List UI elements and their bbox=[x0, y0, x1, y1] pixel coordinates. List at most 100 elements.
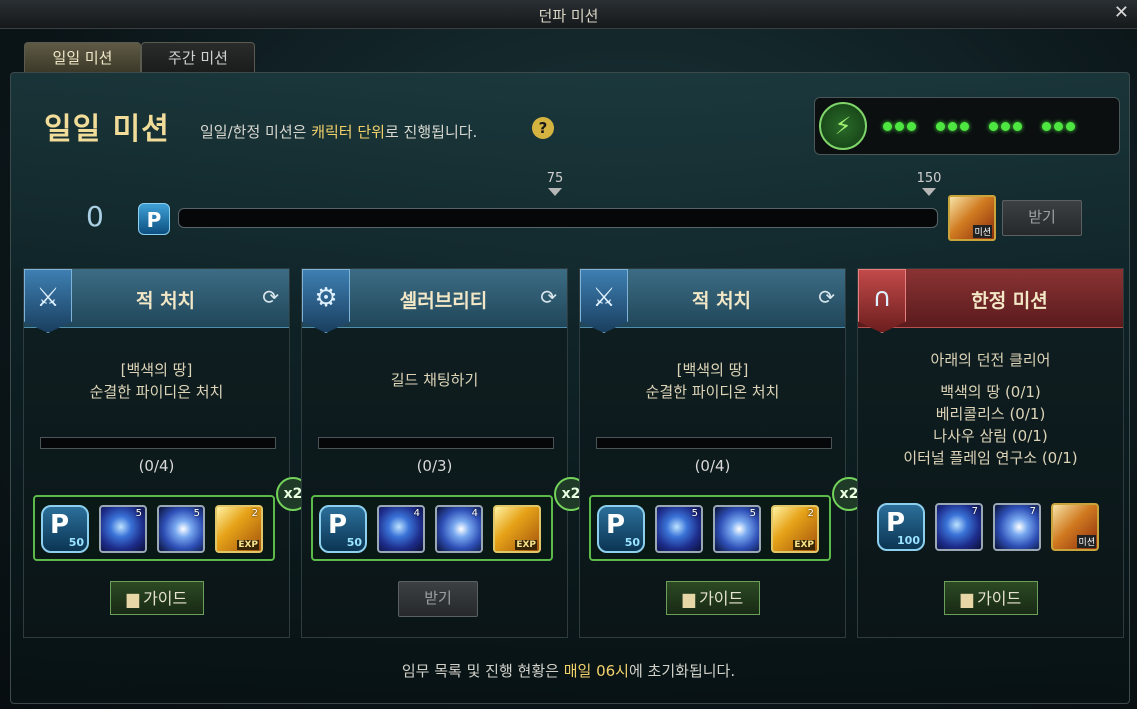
energy-dot-group bbox=[1042, 116, 1078, 135]
reward-label: 미션 bbox=[973, 225, 992, 238]
exp-label: EXP bbox=[237, 540, 259, 550]
item-qty: 4 bbox=[413, 508, 420, 519]
milestone-label: 150 bbox=[916, 171, 942, 186]
mission-label: 미션 bbox=[1077, 535, 1096, 548]
energy-dot bbox=[960, 122, 969, 131]
card-description: [백색의 땅] 순결한 파이디온 처치 bbox=[580, 359, 845, 403]
desc-line: 순결한 파이디온 처치 bbox=[89, 383, 224, 401]
blue-crystal-reward-icon[interactable]: 7 bbox=[993, 503, 1041, 551]
claim-milestone-button[interactable]: 받기 bbox=[1002, 200, 1082, 236]
blue-orb-reward-icon[interactable]: 4 bbox=[377, 505, 425, 553]
energy-dot-group bbox=[936, 116, 972, 135]
card-progress-count: (0/4) bbox=[138, 457, 175, 475]
point-reward-icon[interactable]: P 100 bbox=[877, 503, 925, 551]
point-reward-icon[interactable]: P 50 bbox=[319, 505, 367, 553]
footer-text-2: 에 초기화됩니다. bbox=[628, 662, 736, 680]
point-icon: P bbox=[138, 203, 170, 235]
card-header: ⚙ 셀러브리티 ⟳ bbox=[302, 269, 567, 333]
sword-shield-icon: ⚔ bbox=[24, 269, 72, 333]
guide-button[interactable]: ▆ 가이드 bbox=[944, 581, 1038, 615]
energy-dots bbox=[883, 116, 1095, 135]
guide-button[interactable]: ▆ 가이드 bbox=[666, 581, 760, 615]
refresh-icon[interactable]: ⟳ bbox=[540, 285, 557, 309]
guide-button[interactable]: ▆ 가이드 bbox=[110, 581, 204, 615]
title-bar[interactable]: 던파 미션 ✕ bbox=[0, 0, 1137, 29]
refresh-icon[interactable]: ⟳ bbox=[818, 285, 835, 309]
blue-crystal-reward-icon[interactable]: 5 bbox=[157, 505, 205, 553]
milestone-marker-150: 150 bbox=[909, 171, 949, 196]
dungeon-line: 백색의 땅 (0/1) bbox=[940, 383, 1041, 401]
milestone-label: 75 bbox=[546, 171, 564, 186]
card-progress-bar bbox=[40, 437, 276, 449]
blue-crystal-reward-icon[interactable]: 5 bbox=[713, 505, 761, 553]
mission-points-value: 0 bbox=[86, 200, 104, 233]
close-icon[interactable]: ✕ bbox=[1114, 4, 1129, 22]
desc-line: [백색의 땅] bbox=[676, 361, 749, 379]
item-qty: 5 bbox=[135, 508, 142, 519]
point-letter: P bbox=[328, 510, 348, 540]
footer-text-1: 임무 목록 및 진행 현황은 bbox=[401, 662, 564, 680]
card-progress-bar bbox=[318, 437, 554, 449]
card-description: 길드 채팅하기 bbox=[302, 369, 567, 391]
energy-dot bbox=[1066, 122, 1075, 131]
point-letter: P bbox=[50, 510, 70, 540]
notice-highlight: 캐릭터 단위 bbox=[311, 123, 385, 141]
notice-text-1: 일일/한정 미션은 bbox=[200, 123, 312, 141]
energy-dot-group bbox=[883, 116, 919, 135]
blue-orb-reward-icon[interactable]: 5 bbox=[655, 505, 703, 553]
footer-highlight: 매일 06시 bbox=[563, 662, 629, 680]
exp-label: EXP bbox=[793, 540, 815, 550]
mission-reward-icon[interactable]: 미션 bbox=[1051, 503, 1099, 551]
energy-dot bbox=[883, 122, 892, 131]
energy-dot bbox=[989, 122, 998, 131]
tab-daily-mission[interactable]: 일일 미션 bbox=[24, 42, 141, 73]
book-icon: ▆ bbox=[682, 589, 696, 608]
point-reward-icon[interactable]: P 50 bbox=[597, 505, 645, 553]
card-header: ∩ 한정 미션 bbox=[858, 269, 1123, 333]
item-qty: 5 bbox=[749, 508, 756, 519]
mission-card-limited: ∩ 한정 미션 아래의 던전 클리어 백색의 땅 (0/1) 베리콜리스 (0/… bbox=[857, 268, 1124, 638]
marker-arrow-icon bbox=[548, 188, 562, 196]
card-progress-count: (0/3) bbox=[416, 457, 453, 475]
item-qty: 5 bbox=[193, 508, 200, 519]
item-qty: 2 bbox=[251, 508, 258, 519]
book-icon: ▆ bbox=[126, 589, 140, 608]
refresh-icon[interactable]: ⟳ bbox=[262, 285, 279, 309]
dungeon-line: 베리콜리스 (0/1) bbox=[935, 405, 1046, 423]
tab-weekly-mission[interactable]: 주간 미션 bbox=[141, 42, 255, 73]
blue-crystal-reward-icon[interactable]: 4 bbox=[435, 505, 483, 553]
blue-orb-reward-icon[interactable]: 7 bbox=[935, 503, 983, 551]
energy-dot bbox=[1013, 122, 1022, 131]
blue-orb-reward-icon[interactable]: 5 bbox=[99, 505, 147, 553]
reward-box: P 100 7 7 미션 bbox=[867, 495, 1109, 561]
exp-reward-icon[interactable]: 2 EXP bbox=[215, 505, 263, 553]
reward-box: P 50 5 5 2 EXP bbox=[589, 495, 831, 561]
gate-icon: ∩ bbox=[858, 269, 906, 333]
desc-line: 길드 채팅하기 bbox=[390, 371, 479, 389]
claim-button[interactable]: 받기 bbox=[398, 581, 478, 617]
guide-button-label: 가이드 bbox=[143, 589, 188, 608]
card-header: ⚔ 적 처치 ⟳ bbox=[580, 269, 845, 333]
point-amount: 50 bbox=[624, 536, 640, 549]
point-reward-icon[interactable]: P 50 bbox=[41, 505, 89, 553]
card-title: 적 처치 bbox=[691, 290, 752, 312]
exp-reward-icon[interactable]: 2 EXP bbox=[771, 505, 819, 553]
energy-dot bbox=[1042, 122, 1051, 131]
reward-box: P 50 4 4 EXP bbox=[311, 495, 553, 561]
point-amount: 100 bbox=[897, 534, 920, 547]
energy-dot bbox=[907, 122, 916, 131]
milestone-marker-75: 75 bbox=[535, 171, 575, 196]
exp-label: EXP bbox=[515, 540, 537, 550]
energy-dot bbox=[936, 122, 945, 131]
mission-card-3: ⚔ 적 처치 ⟳ [백색의 땅] 순결한 파이디온 처치 (0/4) P 50 5… bbox=[579, 268, 866, 638]
card-description: [백색의 땅] 순결한 파이디온 처치 bbox=[24, 359, 289, 403]
guide-button-label: 가이드 bbox=[977, 589, 1022, 608]
milestone-reward-item[interactable]: 미션 bbox=[948, 195, 996, 241]
card-progress-count: (0/4) bbox=[694, 457, 731, 475]
help-icon[interactable]: ? bbox=[532, 117, 554, 139]
exp-reward-icon[interactable]: EXP bbox=[493, 505, 541, 553]
point-amount: 50 bbox=[68, 536, 84, 549]
item-qty: 2 bbox=[807, 508, 814, 519]
desc-line: [백색의 땅] bbox=[120, 361, 193, 379]
gear-icon: ⚙ bbox=[302, 269, 350, 333]
